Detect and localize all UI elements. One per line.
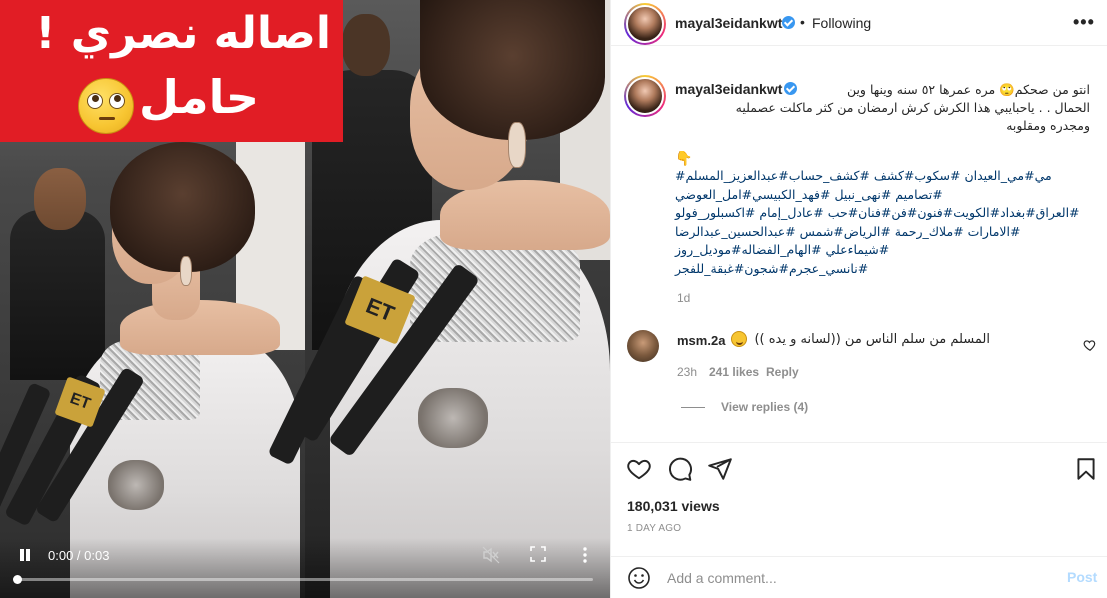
singer-hair [110, 142, 255, 272]
emoji-eye [87, 93, 103, 109]
caption-and-comments[interactable]: mayal3eidankwt انتو من صحكم🙄 مره عمرها ٥… [611, 47, 1107, 442]
comment-input[interactable] [667, 565, 1047, 591]
view-count[interactable]: 180,031 views [627, 498, 720, 514]
like-heart-icon[interactable] [626, 456, 652, 482]
hashtag-block: مي#مي_العيدان #سكوب#كشف #كشف_حساب#عبدالع… [675, 167, 1095, 278]
following-button[interactable]: Following [812, 15, 871, 31]
hashtag-line[interactable]: مي#مي_العيدان #سكوب#كشف #كشف_حساب#عبدالع… [675, 167, 1095, 186]
video-progress-knob[interactable] [13, 575, 22, 584]
header-separator: • [800, 14, 805, 30]
singer-earring-zoom [508, 122, 526, 168]
post-date[interactable]: 1 DAY AGO [627, 523, 681, 534]
reply-button[interactable]: Reply [766, 365, 799, 379]
caption-line: الحمال . . ياحبايبي هذا الكرش كرش ارمضان… [735, 100, 1090, 115]
overlay-title-line2: حامل [139, 70, 259, 124]
hashtag-line[interactable]: #شيماءعلي #الهام_الفضاله#موديل_روز [675, 241, 1095, 260]
avatar-image [626, 77, 664, 115]
dress-brooch [418, 388, 488, 448]
instagram-post-modal: ET ET اصاله نصري ! حامل 0:00 / 0:03 maya… [0, 0, 1107, 598]
verified-badge-icon [782, 16, 795, 29]
author-avatar[interactable] [624, 3, 666, 45]
post-header: mayal3eidankwt • Following ••• [611, 0, 1107, 46]
emoji-eye [109, 93, 125, 109]
avatar-image [626, 5, 664, 43]
replies-divider [681, 407, 705, 408]
comment-composer: Post [611, 556, 1107, 598]
post-comment-button[interactable]: Post [1067, 569, 1097, 585]
comment-text: المسلم من سلم الناس من ((لسانه و يده )) [754, 332, 990, 347]
smiling-emoji-icon [731, 331, 747, 347]
author-username[interactable]: mayal3eidankwt [675, 15, 782, 31]
hashtag-line[interactable]: #العراق#بغداد#الكويت#فنون#فن#فنان#حب #عا… [675, 204, 1095, 223]
view-replies-button[interactable]: View replies (4) [721, 400, 808, 414]
commenter-username[interactable]: msm.2a [677, 333, 725, 348]
comment-time[interactable]: 23h [677, 365, 697, 379]
hashtag-line[interactable]: #الامارات #ملاك_رحمة #الرياض#شمس #عبدالح… [675, 223, 1095, 242]
hashtag-line[interactable]: #تصاميم #نهى_نبيل #فهد_الكبيسي#امل_العوض… [675, 186, 1095, 205]
eye-roll-emoji-icon [78, 78, 134, 134]
save-bookmark-icon[interactable] [1073, 456, 1099, 482]
caption-line: انتو من صحكم🙄 مره عمرها ٥٢ سنه وينها وين [846, 82, 1090, 97]
caption-text: انتو من صحكم🙄 مره عمرها ٥٢ سنه وينها وين… [670, 81, 1090, 135]
pointing-down-emoji-icon: 👇 [675, 150, 693, 166]
post-options-icon[interactable]: ••• [1073, 13, 1095, 31]
bodyguard-head [34, 168, 86, 230]
video-controls [0, 538, 610, 598]
commenter-avatar[interactable] [627, 330, 659, 362]
emoji-mouth [99, 117, 115, 120]
video-player[interactable]: ET ET اصاله نصري ! حامل 0:00 / 0:03 [0, 0, 610, 598]
post-actions: 180,031 views 1 DAY AGO [611, 442, 1107, 552]
comment-bubble-icon[interactable] [667, 456, 693, 482]
comment-likes[interactable]: 241 likes [709, 365, 759, 379]
mute-icon[interactable] [482, 546, 500, 564]
caption-line: ومجدره ومقلوبه [1006, 118, 1090, 133]
singer-earring [180, 256, 192, 286]
post-sidebar: mayal3eidankwt • Following ••• mayal3eid… [610, 0, 1107, 598]
video-title-overlay: اصاله نصري ! حامل [0, 0, 343, 142]
hashtag-line[interactable]: #نانسي_عجرم#شجون#غبقة_للفجر [675, 260, 1095, 279]
dress-brooch [108, 460, 164, 510]
fullscreen-icon[interactable] [530, 546, 546, 562]
more-options-icon[interactable] [580, 546, 590, 564]
comment-like-heart-icon[interactable] [1083, 338, 1097, 352]
bodyguard-figure [10, 210, 105, 380]
bystander-head [342, 14, 390, 76]
singer-shoulders [120, 300, 280, 355]
share-paper-plane-icon[interactable] [707, 456, 733, 482]
emoji-picker-icon[interactable] [627, 566, 651, 590]
pause-icon[interactable] [18, 549, 32, 563]
singer-chest-zoom [440, 180, 610, 250]
caption-author-avatar[interactable] [624, 75, 666, 117]
caption-age[interactable]: 1d [677, 291, 690, 305]
video-time: 0:00 / 0:03 [48, 548, 110, 563]
overlay-title-line1: اصاله نصري ! [35, 8, 331, 59]
video-progress-bar[interactable] [13, 575, 593, 584]
singer-hair-zoom [420, 0, 605, 140]
